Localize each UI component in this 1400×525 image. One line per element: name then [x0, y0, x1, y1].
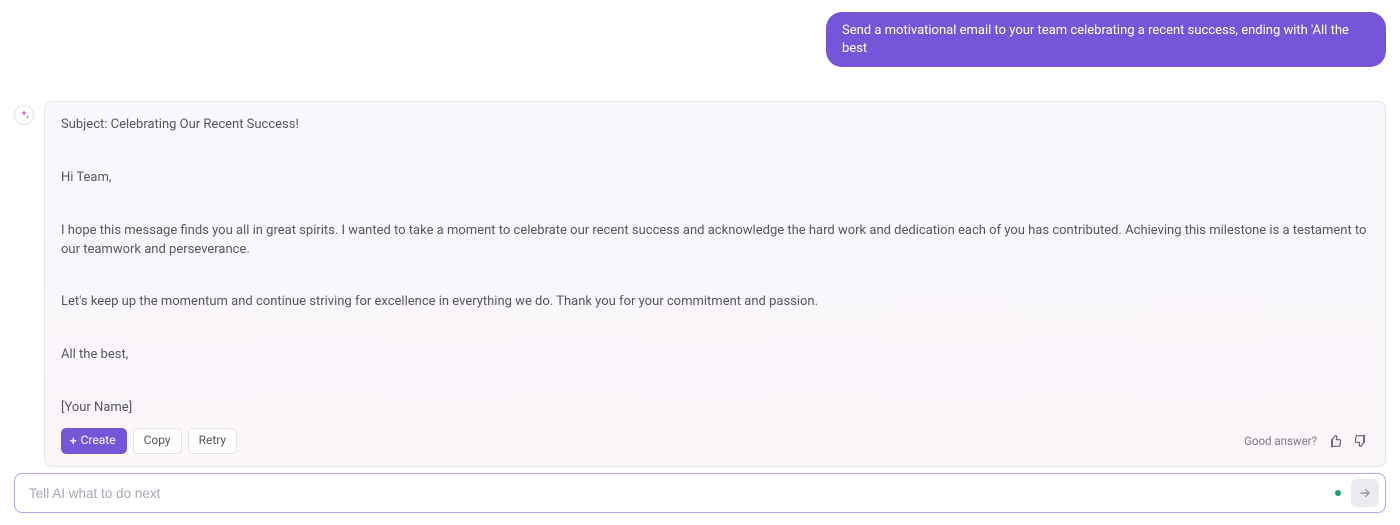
retry-button[interactable]: Retry: [188, 428, 238, 454]
email-greeting: Hi Team,: [61, 169, 1369, 188]
composer-input[interactable]: [27, 485, 1335, 502]
email-subject: Subject: Celebrating Our Recent Success!: [61, 116, 1369, 135]
assistant-avatar: [14, 105, 34, 125]
email-paragraph-1: I hope this message finds you all in gre…: [61, 222, 1369, 260]
send-button[interactable]: [1351, 479, 1379, 507]
status-indicator: [1335, 490, 1341, 496]
plus-icon: +: [70, 435, 77, 447]
user-message-bubble: Send a motivational email to your team c…: [826, 12, 1386, 67]
email-paragraph-2: Let's keep up the momentum and continue …: [61, 293, 1369, 312]
send-icon: [1358, 486, 1372, 500]
email-body: Subject: Celebrating Our Recent Success!…: [61, 116, 1369, 418]
create-button-label: Create: [81, 433, 116, 449]
thumbs-down-icon[interactable]: [1353, 433, 1369, 449]
assistant-response-card: Subject: Celebrating Our Recent Success!…: [44, 101, 1386, 467]
feedback-label: Good answer?: [1244, 434, 1317, 448]
email-signature: [Your Name]: [61, 399, 1369, 418]
sparkle-icon: [18, 109, 30, 121]
thumbs-up-icon[interactable]: [1327, 433, 1343, 449]
composer[interactable]: [14, 473, 1386, 513]
email-signoff: All the best,: [61, 346, 1369, 365]
copy-button[interactable]: Copy: [133, 428, 182, 454]
create-button[interactable]: + Create: [61, 428, 127, 454]
